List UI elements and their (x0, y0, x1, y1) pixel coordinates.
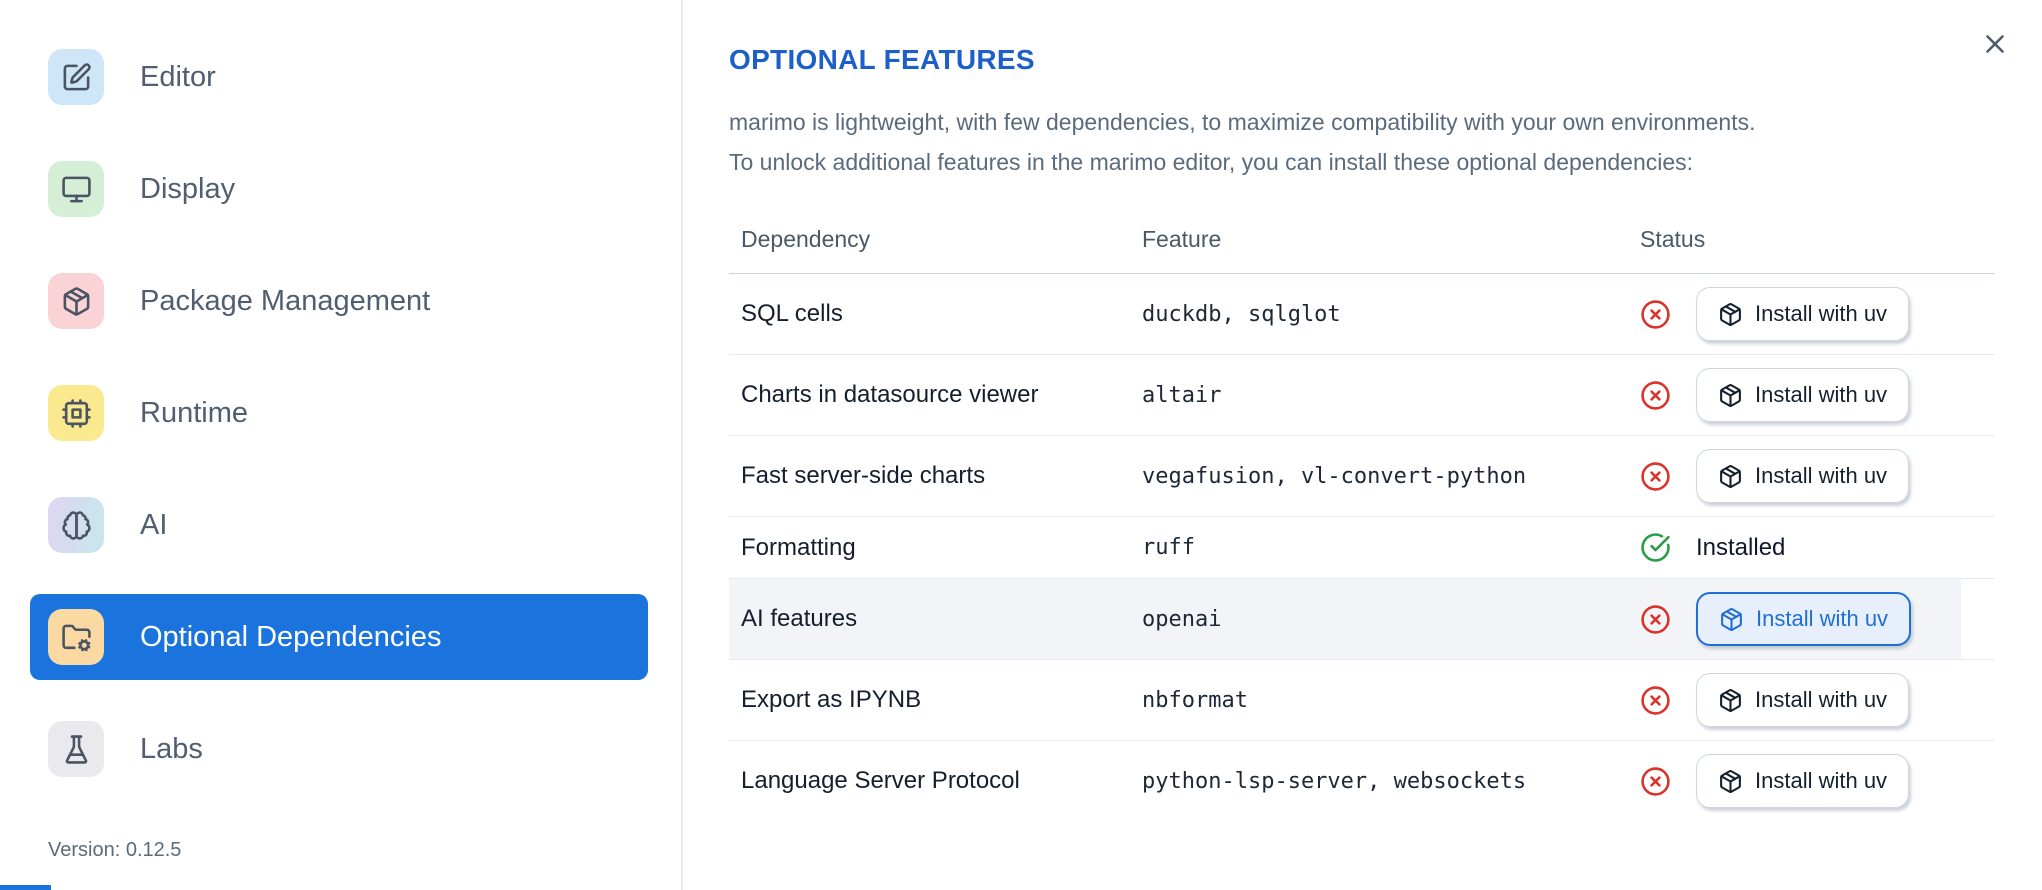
sidebar-item-labs[interactable]: Labs (30, 706, 648, 792)
status-cell: Install with uv (1628, 287, 1995, 341)
sidebar-item-label: Labs (140, 732, 203, 765)
package-icon (1718, 464, 1743, 489)
status-cell: Install with uv (1628, 592, 1995, 646)
column-header-dependency: Dependency (741, 226, 871, 252)
sidebar-item-label: Optional Dependencies (140, 620, 442, 653)
table-row: Export as IPYNB nbformat Install with uv (729, 660, 1995, 741)
status-cell: Install with uv (1628, 449, 1995, 503)
install-button-label: Install with uv (1756, 606, 1889, 631)
dependency-cell: AI features (741, 605, 858, 632)
installed-label: Installed (1696, 533, 1786, 561)
sidebar-item-label: AI (140, 508, 168, 541)
status-cell: Install with uv (1628, 673, 1995, 727)
optional-features-panel: OPTIONAL FEATURES marimo is lightweight,… (685, 0, 2042, 890)
circle-check-icon (1640, 532, 1671, 563)
dependency-cell: Export as IPYNB (741, 686, 922, 713)
feature-cell: openai (1142, 606, 1222, 632)
sidebar-item-runtime[interactable]: Runtime (30, 370, 648, 456)
sidebar-item-package-management[interactable]: Package Management (30, 258, 648, 344)
package-icon (1718, 302, 1743, 327)
folder-cog-icon (48, 609, 104, 665)
feature-cell: vegafusion, vl-convert-python (1142, 463, 1527, 489)
circle-x-icon (1640, 461, 1671, 492)
background-accent-strip (0, 885, 51, 890)
table-body: SQL cells duckdb, sqlglot Install with uv C… (729, 274, 1995, 821)
install-button-label: Install with uv (1755, 382, 1888, 407)
close-icon (1980, 29, 2016, 59)
install-button-label: Install with uv (1755, 463, 1888, 488)
dependency-cell: SQL cells (741, 300, 843, 327)
table-header-row: Dependency Feature Status (729, 206, 1995, 274)
dependency-cell: Language Server Protocol (741, 767, 1020, 794)
status-cell: Installed (1628, 532, 1995, 563)
version-label: Version: 0.12.5 (48, 839, 182, 861)
table-row: Fast server-side charts vegafusion, vl-co… (729, 436, 1995, 517)
column-header-feature: Feature (1142, 226, 1222, 252)
table-row: SQL cells duckdb, sqlglot Install with uv (729, 274, 1995, 355)
sidebar-nav: Editor Display Package Management Runtime AI… (0, 0, 681, 792)
feature-cell: python-lsp-server, websockets (1142, 768, 1527, 794)
package-icon (1718, 769, 1743, 794)
table-row: Language Server Protocol python-lsp-serve… (729, 741, 1995, 821)
circle-x-icon (1640, 380, 1671, 411)
square-pen-icon (48, 49, 104, 105)
install-button-label: Install with uv (1755, 768, 1888, 793)
package-icon (1718, 688, 1743, 713)
sidebar-item-display[interactable]: Display (30, 146, 648, 232)
sidebar-item-label: Runtime (140, 396, 248, 429)
status-cell: Install with uv (1628, 754, 1995, 808)
sidebar-item-ai[interactable]: AI (30, 482, 648, 568)
flask-icon (48, 721, 104, 777)
install-with-uv-button[interactable]: Install with uv (1696, 449, 1910, 503)
dependencies-table: Dependency Feature Status SQL cells duckd… (729, 206, 1995, 821)
panel-title: OPTIONAL FEATURES (729, 44, 1035, 75)
dependency-cell: Formatting (741, 533, 856, 561)
feature-cell: altair (1142, 382, 1222, 408)
install-button-label: Install with uv (1755, 301, 1888, 326)
status-cell: Install with uv (1628, 368, 1995, 422)
sidebar-item-optional-dependencies[interactable]: Optional Dependencies (30, 594, 648, 680)
install-button-label: Install with uv (1755, 687, 1888, 712)
panel-description: marimo is lightweight, with few dependen… (729, 109, 1756, 175)
feature-cell: nbformat (1142, 687, 1248, 713)
circle-x-icon (1640, 766, 1671, 797)
install-with-uv-button[interactable]: Install with uv (1696, 673, 1910, 727)
cpu-icon (48, 385, 104, 441)
feature-cell: ruff (1142, 535, 1195, 560)
sidebar-item-editor[interactable]: Editor (30, 34, 648, 120)
sidebar-item-label: Display (140, 172, 236, 205)
table-row: Charts in datasource viewer altair Install… (729, 355, 1995, 436)
package-icon (1718, 383, 1743, 408)
install-with-uv-button[interactable]: Install with uv (1696, 754, 1910, 808)
install-with-uv-button[interactable]: Install with uv (1696, 368, 1910, 422)
close-button[interactable] (1980, 26, 2016, 62)
install-with-uv-button[interactable]: Install with uv (1696, 592, 1912, 646)
column-header-status: Status (1640, 226, 1706, 252)
table-row: Formatting ruff Installed (729, 517, 1995, 579)
circle-x-icon (1640, 685, 1671, 716)
brain-icon (48, 497, 104, 553)
package-icon (1719, 607, 1744, 632)
circle-x-icon (1640, 299, 1671, 330)
dependency-cell: Charts in datasource viewer (741, 381, 1039, 408)
settings-sidebar: Editor Display Package Management Runtime AI… (0, 0, 683, 890)
sidebar-item-label: Package Management (140, 284, 431, 317)
feature-cell: duckdb, sqlglot (1142, 301, 1341, 327)
monitor-icon (48, 161, 104, 217)
circle-x-icon (1640, 604, 1671, 635)
sidebar-item-label: Editor (140, 60, 216, 93)
package-icon (48, 273, 104, 329)
table-row: AI features openai Install with uv (729, 579, 1995, 660)
dependency-cell: Fast server-side charts (741, 462, 986, 489)
install-with-uv-button[interactable]: Install with uv (1696, 287, 1910, 341)
